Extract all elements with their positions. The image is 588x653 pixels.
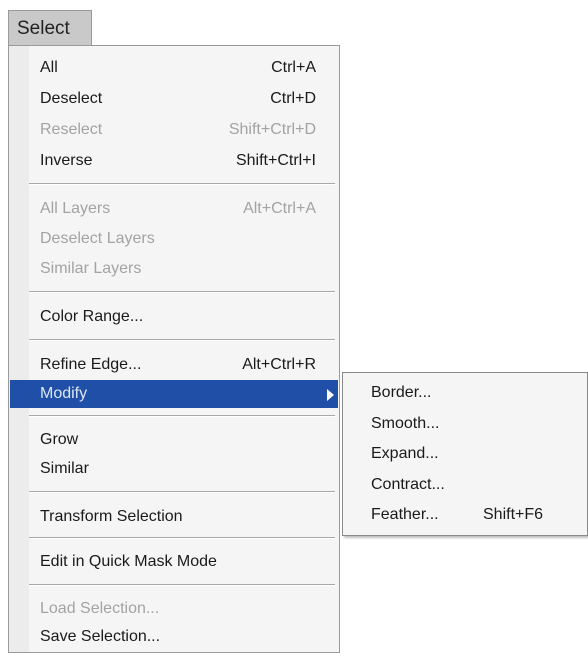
menu-item-transform-selection[interactable]: Transform Selection — [10, 502, 338, 532]
menu-separator — [29, 291, 335, 293]
menu-item-all[interactable]: All Ctrl+A — [10, 53, 338, 83]
modify-submenu: Border... Smooth... Expand... Contract..… — [342, 372, 588, 536]
submenu-item-border[interactable]: Border... — [343, 378, 587, 408]
submenu-item-feather[interactable]: Feather... Shift+F6 — [343, 500, 587, 530]
menu-separator — [29, 183, 335, 185]
submenu-item-expand[interactable]: Expand... — [343, 439, 587, 469]
menu-item-similar[interactable]: Similar — [10, 454, 338, 484]
menu-item-modify[interactable]: Modify — [10, 380, 338, 408]
submenu-item-contract[interactable]: Contract... — [343, 470, 587, 500]
menu-item-similar-layers[interactable]: Similar Layers — [10, 254, 338, 284]
menu-item-reselect[interactable]: Reselect Shift+Ctrl+D — [10, 115, 338, 145]
menu-separator — [29, 339, 335, 341]
menu-item-deselect-layers[interactable]: Deselect Layers — [10, 224, 338, 254]
menu-item-quick-mask[interactable]: Edit in Quick Mask Mode — [10, 547, 338, 577]
menu-item-color-range[interactable]: Color Range... — [10, 302, 338, 332]
menu-item-refine-edge[interactable]: Refine Edge... Alt+Ctrl+R — [10, 350, 338, 380]
menu-separator — [29, 537, 335, 539]
select-menu: All Ctrl+A Deselect Ctrl+D Reselect Shif… — [8, 45, 340, 653]
menu-item-deselect[interactable]: Deselect Ctrl+D — [10, 84, 338, 114]
submenu-item-smooth[interactable]: Smooth... — [343, 409, 587, 439]
menu-item-grow[interactable]: Grow — [10, 425, 338, 455]
menu-item-all-layers[interactable]: All Layers Alt+Ctrl+A — [10, 194, 338, 224]
menu-separator — [29, 584, 335, 586]
menu-separator — [29, 415, 335, 417]
menu-item-inverse[interactable]: Inverse Shift+Ctrl+I — [10, 146, 338, 176]
menu-item-save-selection[interactable]: Save Selection... — [10, 622, 338, 652]
menu-separator — [29, 491, 335, 493]
submenu-arrow-icon — [327, 389, 334, 401]
menu-item-load-selection[interactable]: Load Selection... — [10, 594, 338, 624]
menubar-select[interactable]: Select — [8, 10, 92, 45]
